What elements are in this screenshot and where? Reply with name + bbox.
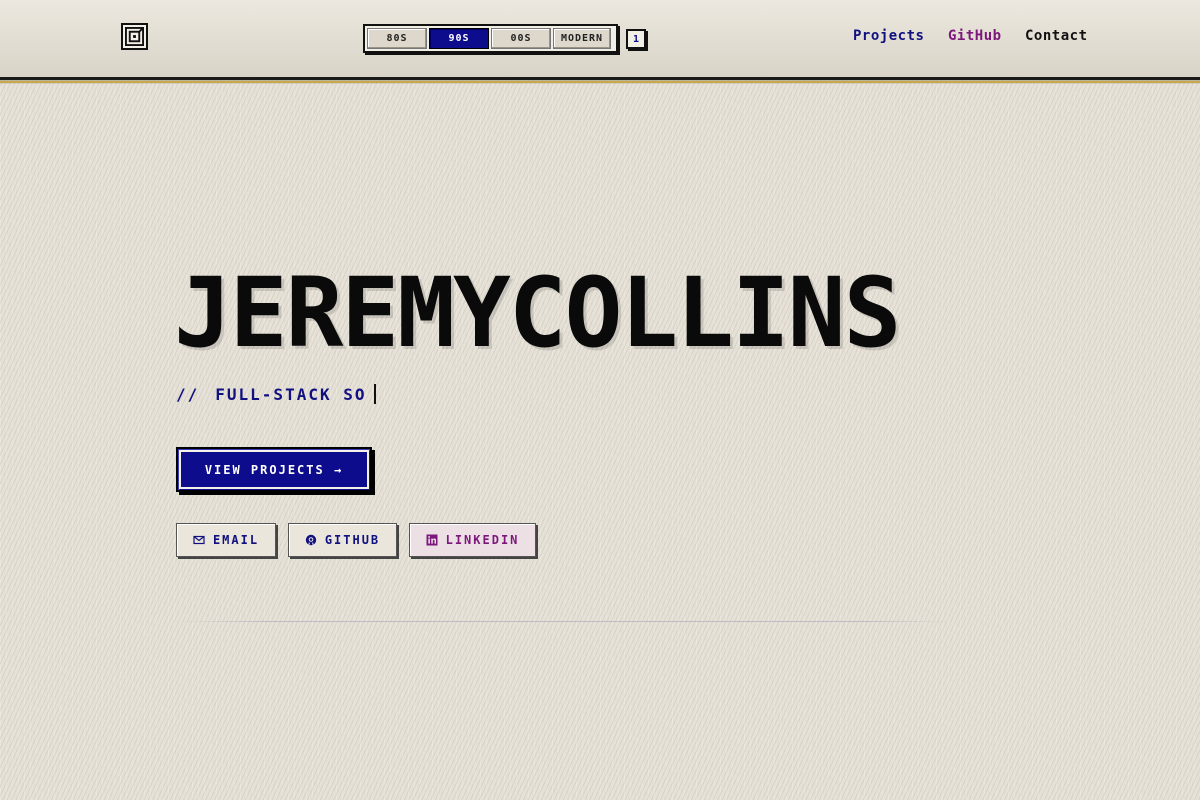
github-button[interactable]: GITHUB xyxy=(288,523,397,557)
email-button-label: EMAIL xyxy=(212,533,260,547)
era-button-00s[interactable]: 00S xyxy=(491,28,551,49)
tagline-prefix: // xyxy=(176,384,200,404)
mail-icon xyxy=(193,535,205,545)
logo-icon[interactable] xyxy=(121,23,148,50)
linkedin-button-label: LINKEDIN xyxy=(445,533,520,547)
era-switcher: 80S 90S 00S MODERN xyxy=(363,24,618,53)
nav-link-contact[interactable]: Contact xyxy=(1025,28,1088,48)
github-button-label: GITHUB xyxy=(324,533,381,547)
section-divider xyxy=(176,621,952,622)
view-projects-button[interactable]: VIEW PROJECTS → xyxy=(176,447,372,492)
hero-tagline: // FULL-STACK SO xyxy=(176,382,376,406)
linkedin-icon xyxy=(426,534,438,546)
email-button[interactable]: EMAIL xyxy=(176,523,276,557)
hero-name-heading: JEREMYCOLLINS xyxy=(174,257,901,369)
logo-mark-icon xyxy=(125,27,144,46)
era-button-80s[interactable]: 80S xyxy=(367,28,427,49)
nav-link-projects[interactable]: Projects xyxy=(853,28,924,48)
github-icon xyxy=(305,534,317,546)
era-counter-badge[interactable]: 1 xyxy=(626,29,646,49)
tagline-text: FULL-STACK SO xyxy=(215,384,367,404)
linkedin-button[interactable]: LINKEDIN xyxy=(409,523,536,557)
site-header: 80S 90S 00S MODERN 1 Projects GitHub Con… xyxy=(0,0,1200,83)
era-button-modern[interactable]: MODERN xyxy=(553,28,611,49)
typing-cursor xyxy=(373,384,376,404)
era-button-90s[interactable]: 90S xyxy=(429,28,489,49)
nav-link-github[interactable]: GitHub xyxy=(948,28,1002,48)
